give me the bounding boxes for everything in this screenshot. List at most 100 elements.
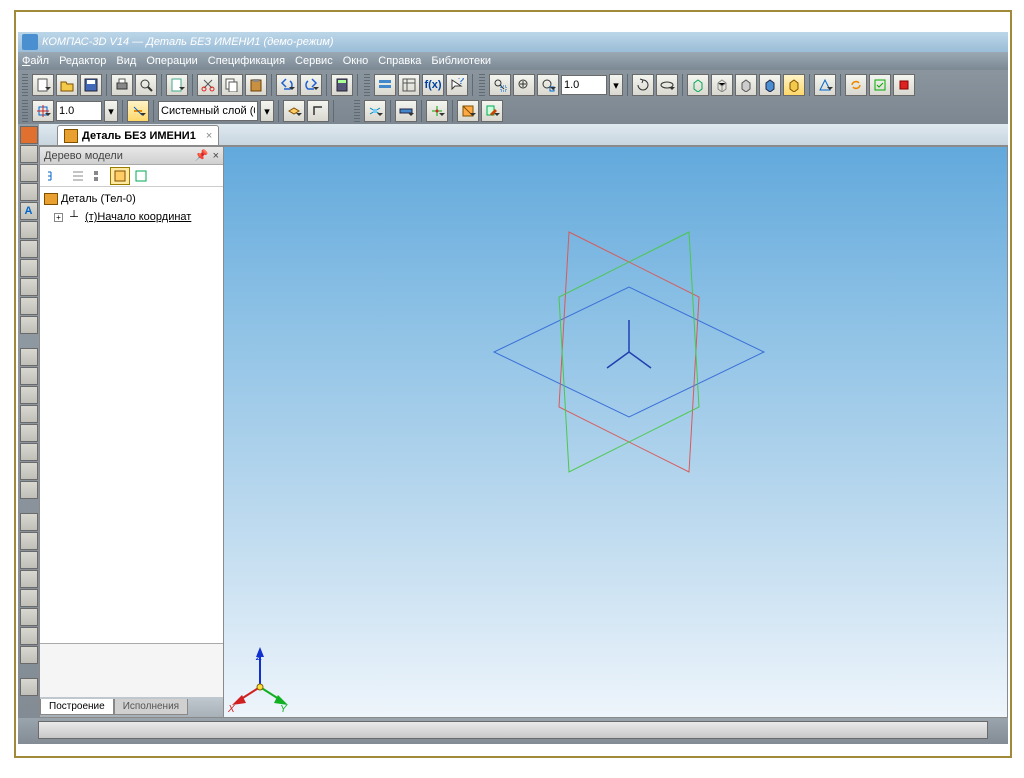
spec-tool-button[interactable]	[20, 278, 38, 296]
menu-file[interactable]: Файл	[22, 55, 49, 67]
menu-operations[interactable]: Операции	[146, 55, 197, 67]
tree-settings-button[interactable]	[131, 167, 151, 185]
props-button[interactable]	[374, 74, 396, 96]
op4-button[interactable]	[20, 405, 38, 423]
zoom-input[interactable]	[561, 75, 607, 95]
stop-button[interactable]	[893, 74, 915, 96]
menu-specification[interactable]: Спецификация	[208, 55, 285, 67]
menu-window[interactable]: Окно	[343, 55, 369, 67]
op13-button[interactable]	[20, 589, 38, 607]
layer-input[interactable]	[158, 101, 258, 121]
filter-tool-button[interactable]	[20, 259, 38, 277]
elem-tool-button[interactable]	[20, 316, 38, 334]
hidden-line-button[interactable]	[711, 74, 733, 96]
cut-button[interactable]	[197, 74, 219, 96]
rotate-button[interactable]	[632, 74, 654, 96]
tree-structure-button[interactable]	[42, 167, 62, 185]
toolbar-grip[interactable]	[479, 74, 485, 96]
perspective-button[interactable]	[814, 74, 836, 96]
redo-button[interactable]	[300, 74, 322, 96]
zoom-fit-button[interactable]	[537, 74, 559, 96]
sketch-tool-button[interactable]	[20, 126, 38, 144]
refresh-button[interactable]	[845, 74, 867, 96]
preview-button[interactable]	[135, 74, 157, 96]
zoom-window-button[interactable]	[489, 74, 511, 96]
op16-button[interactable]	[20, 646, 38, 664]
plane-button[interactable]	[364, 100, 386, 122]
paste-button[interactable]	[245, 74, 267, 96]
tree-list-button[interactable]	[68, 167, 88, 185]
op2-button[interactable]	[20, 367, 38, 385]
no-hidden-button[interactable]	[735, 74, 757, 96]
tree-tab-exec[interactable]: Исполнения	[114, 699, 188, 715]
toolbar-grip[interactable]	[364, 74, 370, 96]
close-tab-icon[interactable]: ×	[206, 130, 212, 142]
shaded-button[interactable]	[759, 74, 781, 96]
op12-button[interactable]	[20, 570, 38, 588]
3d-viewport[interactable]: Z X Y	[224, 146, 1008, 718]
open-button[interactable]	[56, 74, 78, 96]
edit-sketch-button[interactable]	[481, 100, 503, 122]
new-button[interactable]	[32, 74, 54, 96]
shaded-edges-button[interactable]	[783, 74, 805, 96]
scale-input[interactable]	[56, 101, 102, 121]
op10-button[interactable]	[20, 532, 38, 550]
cut-tool-button[interactable]	[20, 164, 38, 182]
op15-button[interactable]	[20, 627, 38, 645]
print-button[interactable]	[111, 74, 133, 96]
copy-button[interactable]	[221, 74, 243, 96]
menu-view[interactable]: Вид	[116, 55, 136, 67]
wireframe-button[interactable]	[687, 74, 709, 96]
snap-button[interactable]	[32, 100, 54, 122]
section-button[interactable]	[457, 100, 479, 122]
revolve-tool-button[interactable]	[20, 183, 38, 201]
toolbar-grip[interactable]	[22, 100, 28, 122]
op6-button[interactable]	[20, 443, 38, 461]
op14-button[interactable]	[20, 608, 38, 626]
tree-node-origin[interactable]: + ┴ (т)Начало координат	[44, 209, 219, 225]
menu-libraries[interactable]: Библиотеки	[431, 55, 491, 67]
menu-service[interactable]: Сервис	[295, 55, 333, 67]
menu-help[interactable]: Справка	[378, 55, 421, 67]
table-button[interactable]	[398, 74, 420, 96]
op3-button[interactable]	[20, 386, 38, 404]
tree-body[interactable]: Деталь (Тел-0) + ┴ (т)Начало координат	[40, 187, 223, 643]
op8-button[interactable]	[20, 481, 38, 499]
tree-root[interactable]: Деталь (Тел-0)	[44, 191, 219, 207]
op17-button[interactable]	[20, 678, 38, 696]
calc-button[interactable]	[331, 74, 353, 96]
text-tool-button[interactable]: A	[20, 202, 38, 220]
rebuild-button[interactable]	[869, 74, 891, 96]
help-cursor-button[interactable]: ?	[446, 74, 468, 96]
op7-button[interactable]	[20, 462, 38, 480]
toolbar-grip[interactable]	[22, 74, 28, 96]
op1-button[interactable]	[20, 348, 38, 366]
tree-tab-build[interactable]: Построение	[40, 699, 114, 715]
sketch-button[interactable]	[426, 100, 448, 122]
ortho-button[interactable]	[307, 100, 329, 122]
layer-manage-button[interactable]	[283, 100, 305, 122]
report-tool-button[interactable]	[20, 297, 38, 315]
expand-icon[interactable]: +	[54, 213, 63, 222]
spin-button[interactable]	[656, 74, 678, 96]
scale-dropdown[interactable]: ▾	[104, 100, 118, 122]
undo-button[interactable]	[276, 74, 298, 96]
extrude-tool-button[interactable]	[20, 145, 38, 163]
close-panel-icon[interactable]: ×	[213, 150, 219, 162]
linestyle-button[interactable]	[127, 100, 149, 122]
save-button[interactable]	[80, 74, 102, 96]
tree-display-button[interactable]	[110, 167, 130, 185]
tree-compact-button[interactable]	[89, 167, 109, 185]
op11-button[interactable]	[20, 551, 38, 569]
zoom-in-button[interactable]	[513, 74, 535, 96]
measure-tool-button[interactable]	[20, 240, 38, 258]
doc-button[interactable]	[166, 74, 188, 96]
document-tab[interactable]: Деталь БЕЗ ИМЕНИ1 ×	[57, 125, 219, 145]
toolbar-grip[interactable]	[354, 100, 360, 122]
menu-editor[interactable]: Редактор	[59, 55, 106, 67]
op9-button[interactable]	[20, 513, 38, 531]
aux-tool-button[interactable]	[20, 221, 38, 239]
pin-icon[interactable]: 📌	[195, 149, 209, 162]
axis-button[interactable]	[395, 100, 417, 122]
vars-button[interactable]: f(x)	[422, 74, 444, 96]
